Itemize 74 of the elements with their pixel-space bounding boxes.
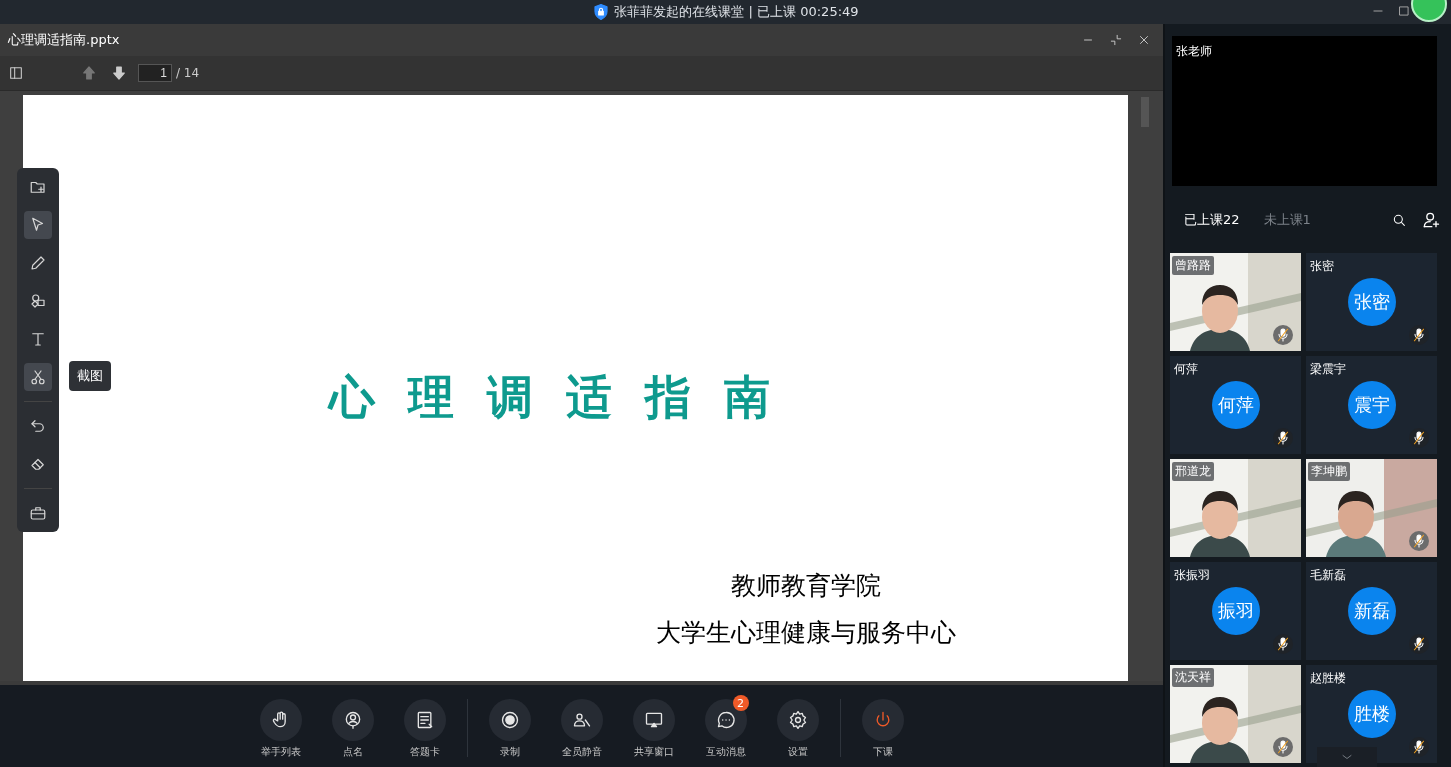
participant-name: 沈天祥 [1172, 668, 1214, 687]
control-label: 举手列表 [260, 745, 301, 759]
sidebar-toggle-icon[interactable] [8, 65, 24, 81]
participant-name: 何萍 [1174, 361, 1198, 378]
restore-icon[interactable] [1109, 33, 1123, 47]
control-label: 设置 [787, 745, 808, 759]
search-icon[interactable] [1391, 212, 1407, 228]
participant-name: 张振羽 [1174, 567, 1210, 584]
tool-button[interactable] [24, 211, 52, 239]
participant-tile[interactable]: 曾路路 [1170, 253, 1301, 351]
arrow-down-icon[interactable] [110, 64, 128, 82]
arrow-up-icon[interactable] [80, 64, 98, 82]
shield-lock-icon [592, 3, 611, 21]
participant-name: 赵胜楼 [1310, 670, 1346, 687]
participant-tile[interactable]: 梁震宇 震宇 [1306, 356, 1437, 454]
toolbox-icon [29, 504, 47, 522]
control-label: 答题卡 [409, 745, 440, 759]
teacher-name: 张老师 [1176, 44, 1212, 58]
avatar: 新磊 [1348, 587, 1396, 635]
avatar: 张密 [1348, 278, 1396, 326]
scissors-icon [29, 368, 47, 386]
screen-share-icon [643, 710, 664, 730]
page-number-field[interactable]: 1 [138, 64, 172, 82]
maximize-icon[interactable] [1397, 4, 1411, 18]
control-button[interactable] [403, 699, 446, 741]
participant-tile[interactable]: 邢道龙 [1170, 459, 1301, 557]
control-button[interactable] [776, 699, 819, 741]
add-person-icon[interactable] [1421, 210, 1441, 230]
document-title: 心理调适指南.pptx [8, 31, 120, 49]
participant-tile[interactable]: 毛新磊 新磊 [1306, 562, 1437, 660]
participant-tile[interactable]: 李坤鹏 [1306, 459, 1437, 557]
slide-text: 大学生心理健康与服务中心 [655, 617, 956, 649]
participant-name: 梁震宇 [1310, 361, 1346, 378]
control-label: 互动消息 [705, 745, 746, 759]
control-button[interactable] [331, 699, 374, 741]
undo-icon [29, 417, 47, 435]
avatar: 胜楼 [1348, 690, 1396, 738]
control-label: 共享窗口 [633, 745, 674, 759]
control-label: 录制 [499, 745, 520, 759]
participant-name: 曾路路 [1172, 256, 1214, 275]
control-label: 全员静音 [561, 745, 602, 759]
participant-name: 毛新磊 [1310, 567, 1346, 584]
avatar: 震宇 [1348, 381, 1396, 429]
participant-tile[interactable]: 沈天祥 [1170, 665, 1301, 763]
record-icon [499, 710, 520, 730]
slide-title: 心理调适指南 [328, 369, 803, 426]
shapes-icon [29, 292, 47, 310]
settings-icon [787, 710, 808, 730]
control-label: 点名 [342, 745, 363, 759]
participant-tile[interactable]: 张密 张密 [1306, 253, 1437, 351]
control-label: 下课 [872, 745, 893, 759]
page-total: / 14 [176, 66, 200, 80]
control-button[interactable] [632, 699, 675, 741]
participant-tile[interactable]: 何萍 何萍 [1170, 356, 1301, 454]
control-button[interactable] [560, 699, 603, 741]
notification-badge: 2 [732, 695, 749, 711]
control-button[interactable] [488, 699, 531, 741]
tab[interactable]: 未上课1 [1251, 211, 1323, 229]
slide-text: 教师教育学院 [730, 570, 881, 602]
participant-tile[interactable]: 张振羽 振羽 [1170, 562, 1301, 660]
pencil-icon [29, 254, 47, 272]
participant-tile[interactable]: 赵胜楼 胜楼 [1306, 665, 1437, 763]
chat-icon [715, 710, 736, 730]
participant-name: 李坤鹏 [1308, 462, 1350, 481]
text-icon [29, 330, 47, 348]
avatar: 何萍 [1212, 381, 1260, 429]
participant-name: 邢道龙 [1172, 462, 1214, 481]
participant-name: 张密 [1310, 258, 1334, 275]
window-title: 张菲菲发起的在线课堂 | 已上课 00:25:49 [614, 3, 859, 21]
close-icon[interactable] [1137, 33, 1151, 47]
control-button[interactable] [259, 699, 302, 741]
tab[interactable]: 已上课22 [1172, 211, 1252, 229]
tooltip: 截图 [69, 361, 111, 391]
avatar: 振羽 [1212, 587, 1260, 635]
